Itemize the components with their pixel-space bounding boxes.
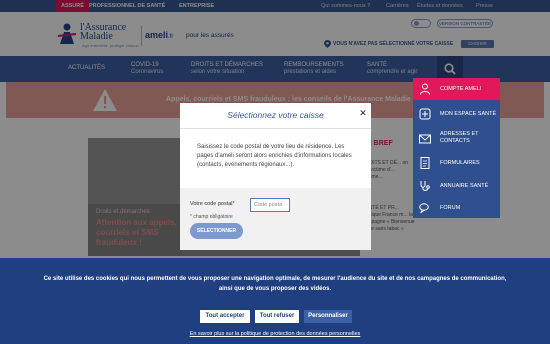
cookie-text: Ce site utilise des cookies qui nous per… bbox=[43, 276, 507, 292]
modal-title: Sélectionnez votre caisse bbox=[227, 110, 324, 120]
side-item-compte-ameli[interactable]: COMPTE AMELI bbox=[413, 78, 500, 100]
required-note: * champ obligatoire bbox=[190, 214, 233, 220]
modal-divider bbox=[180, 128, 371, 129]
select-button[interactable]: SÉLECTIONNER bbox=[190, 223, 243, 239]
account-side-menu: COMPTE AMELI MON ESPACE SANTÉ ADRESSES E… bbox=[413, 78, 500, 218]
health-space-icon bbox=[419, 108, 431, 120]
form-document-icon bbox=[420, 157, 430, 169]
side-item-label: FORMULAIRES bbox=[440, 160, 480, 166]
close-icon[interactable]: ✕ bbox=[358, 108, 368, 118]
chat-bubbles-icon bbox=[419, 203, 429, 214]
side-item-annuaire[interactable]: ANNUAIRE SANTÉ bbox=[413, 176, 500, 196]
personalize-button[interactable]: Personnaliser bbox=[304, 310, 352, 323]
postal-code-label: Votre code postal* bbox=[190, 201, 235, 207]
privacy-policy-link[interactable]: En savoir plus sur la politique de prote… bbox=[0, 331, 550, 337]
side-item-label: MON ESPACE SANTÉ bbox=[440, 111, 497, 117]
user-icon bbox=[420, 83, 430, 95]
side-item-mon-espace-sante[interactable]: MON ESPACE SANTÉ bbox=[413, 103, 500, 125]
stethoscope-icon bbox=[420, 181, 430, 191]
mail-icon bbox=[419, 134, 431, 144]
postal-code-input[interactable] bbox=[250, 198, 290, 212]
side-item-label: COMPTE AMELI bbox=[440, 86, 482, 92]
side-item-forum[interactable]: FORUM bbox=[413, 198, 500, 218]
refuse-all-button[interactable]: Tout refuser bbox=[255, 310, 299, 323]
side-item-label: FORUM bbox=[440, 205, 461, 211]
side-item-label: ANNUAIRE SANTÉ bbox=[440, 183, 489, 189]
modal-form-area: Votre code postal* * champ obligatoire S… bbox=[180, 188, 371, 250]
cookie-banner: Ce site utilise des cookies qui nous per… bbox=[0, 258, 550, 344]
modal-description: Saisissez le code postal de votre lieu d… bbox=[197, 144, 352, 168]
side-item-label: ADRESSES ET CONTACTS bbox=[440, 131, 479, 144]
accept-all-button[interactable]: Tout accepter bbox=[200, 310, 250, 323]
select-caisse-modal: Sélectionnez votre caisse ✕ Saisissez le… bbox=[180, 103, 371, 250]
side-item-adresses[interactable]: ADRESSES ET CONTACTS bbox=[413, 127, 500, 151]
side-item-formulaires[interactable]: FORMULAIRES bbox=[413, 153, 500, 173]
